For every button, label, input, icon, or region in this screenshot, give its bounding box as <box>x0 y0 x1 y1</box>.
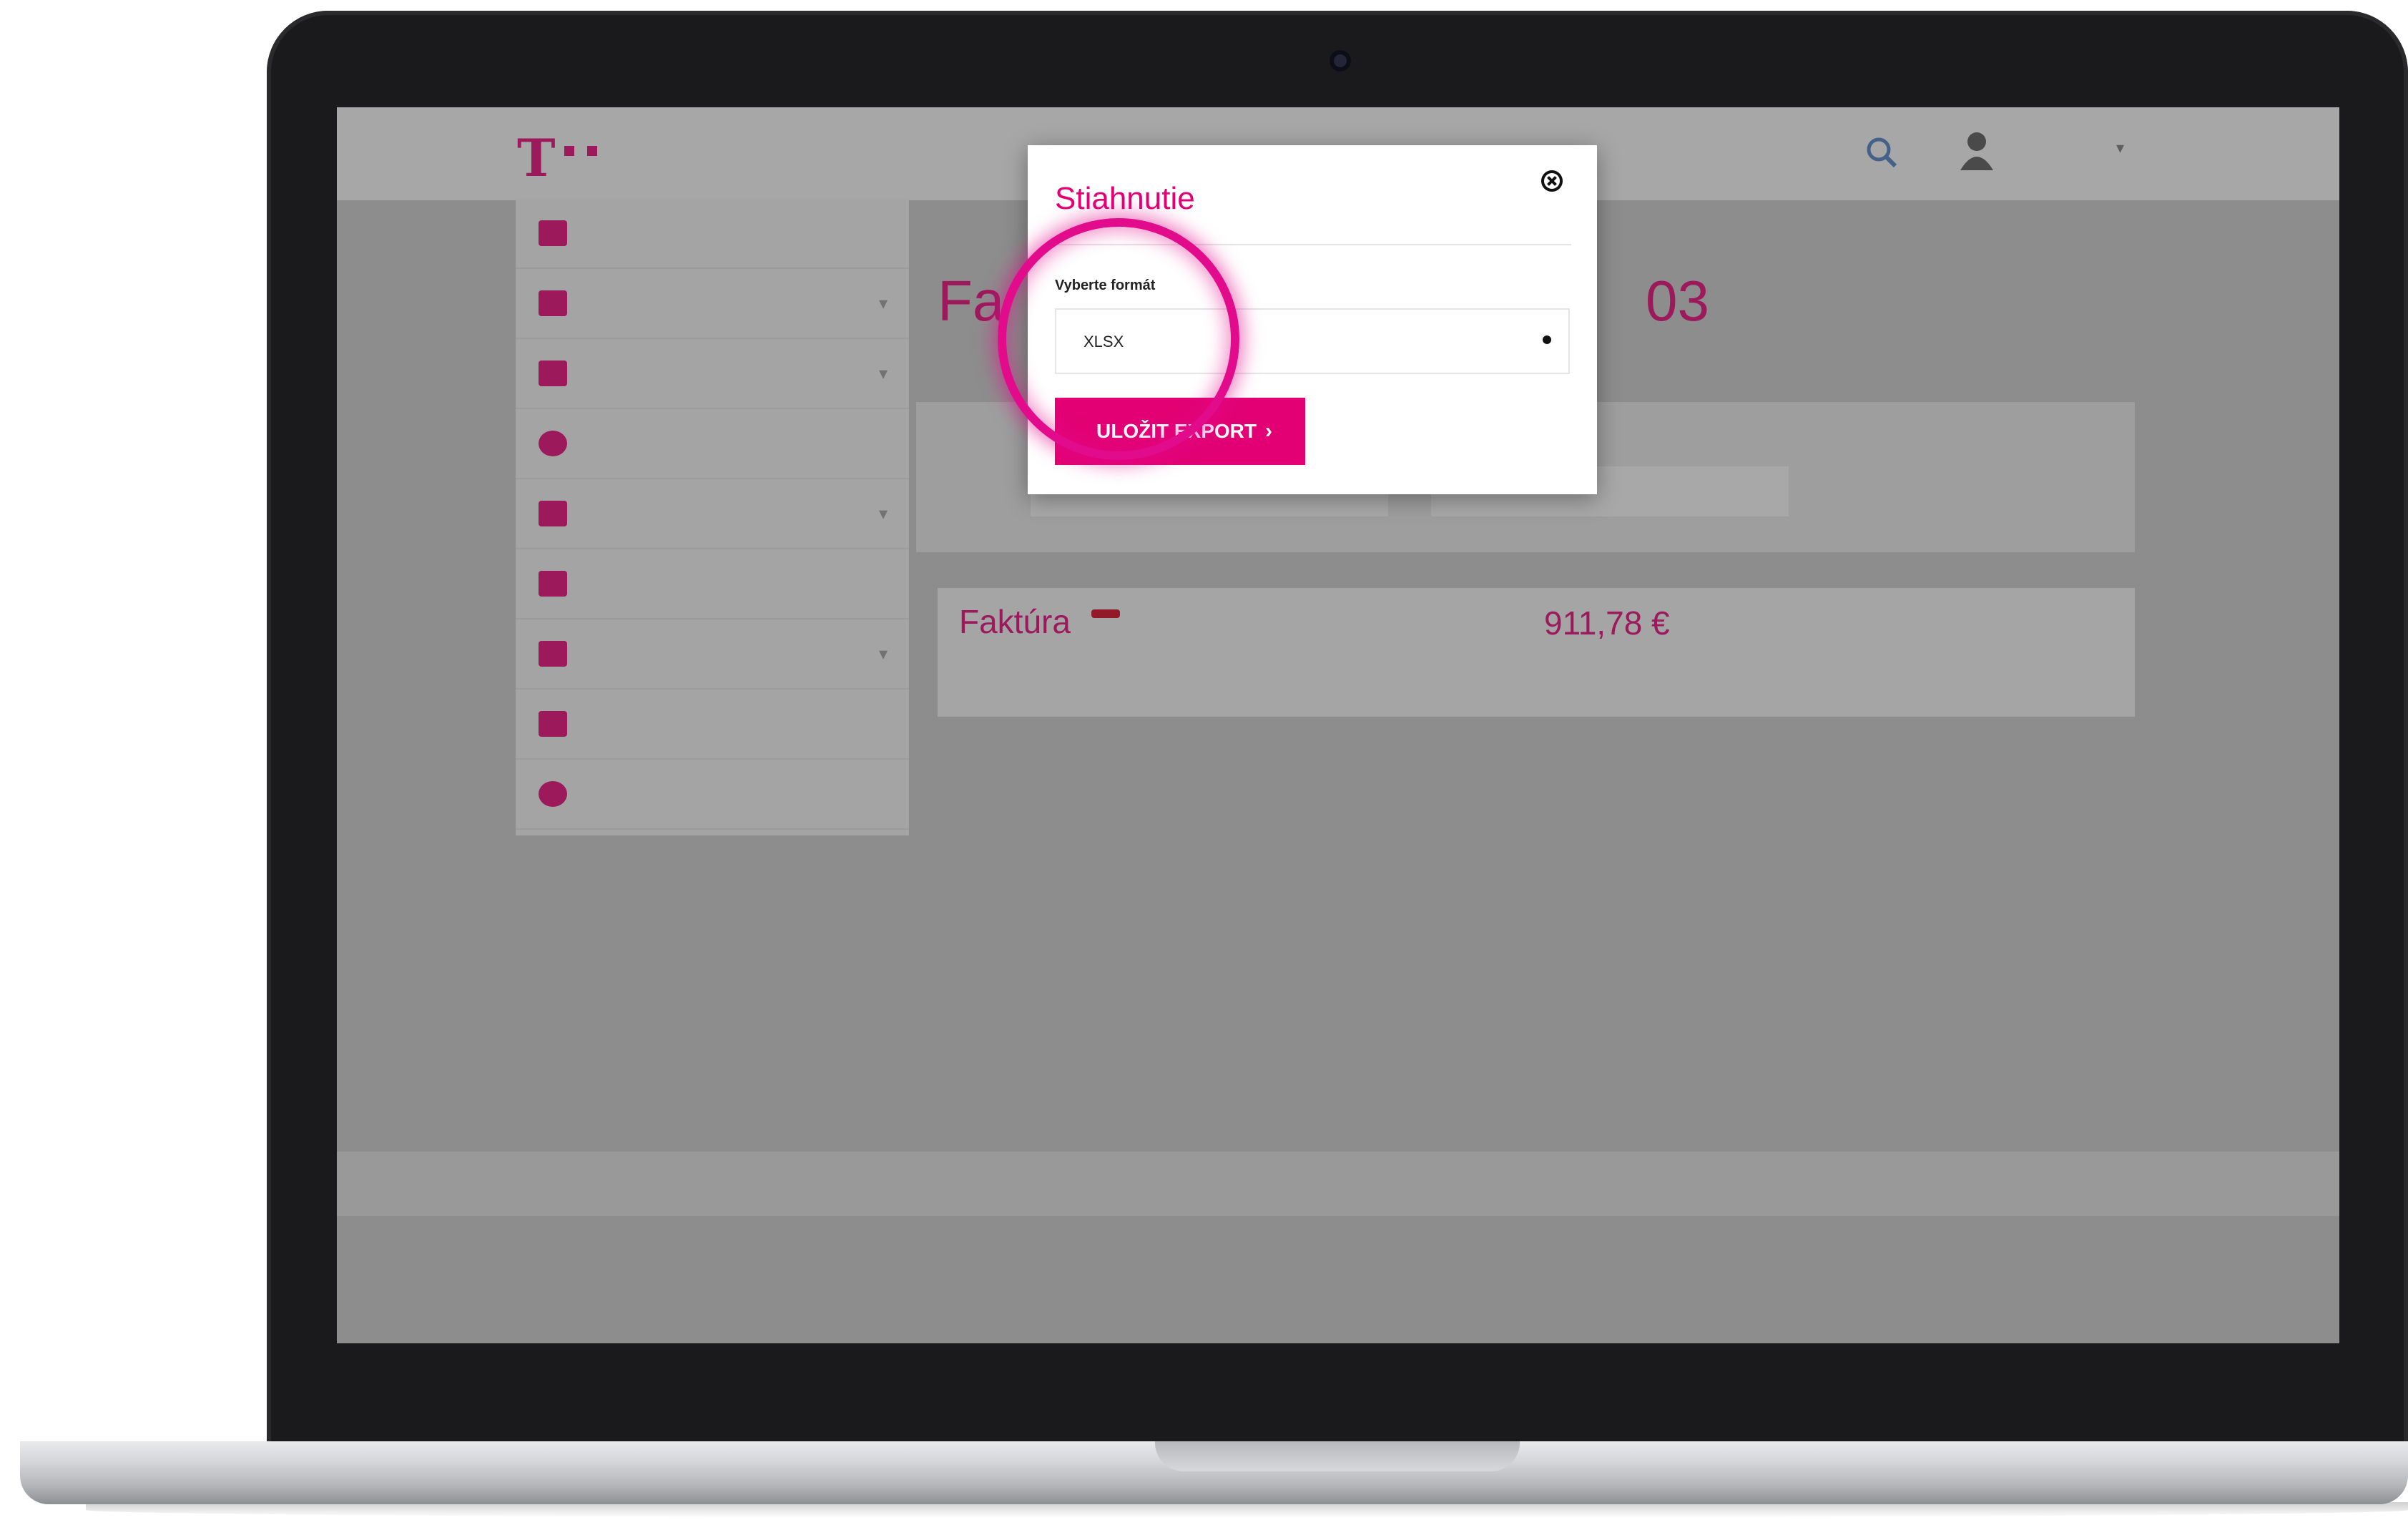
laptop-notch <box>1155 1441 1520 1471</box>
highlight-ring <box>998 218 1239 460</box>
dialog-title: Stiahnutie <box>1055 181 1195 216</box>
close-icon[interactable] <box>1539 168 1565 194</box>
laptop-shadow <box>86 1502 2408 1518</box>
dropdown-arrow-icon <box>1543 335 1551 344</box>
browser-screen: T ▾ ▾ ▾ ▾ ▾ Fa 03 Faktúra 911,78 € Stiah… <box>337 107 2339 1343</box>
chevron-right-icon: › <box>1265 419 1272 443</box>
webcam <box>1330 50 1351 72</box>
